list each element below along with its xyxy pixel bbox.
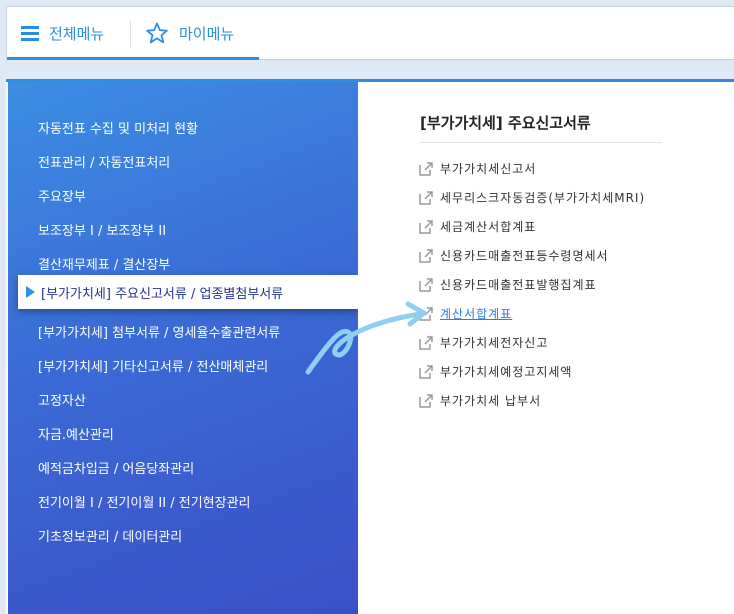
top-menu-bar: 전체메뉴 마이메뉴 xyxy=(6,6,734,60)
sidebar-item-vat-other-filing[interactable]: [부가가치세] 기타신고서류 / 전산매체관리 xyxy=(38,356,268,375)
external-link-icon xyxy=(419,248,433,263)
submenu-item[interactable]: 부가가치세신고서 xyxy=(418,160,536,177)
submenu-item[interactable]: 신용카드매출전표발행집계표 xyxy=(418,276,597,293)
submenu-item-label: 부가가치세예정고지세액 xyxy=(440,365,573,379)
external-link-icon xyxy=(419,393,433,408)
external-link-icon xyxy=(419,306,433,321)
sidebar-item-vat-main-filing[interactable]: [부가가치세] 주요신고서류 / 업종별첨부서류 xyxy=(18,275,358,309)
active-tab-underline xyxy=(7,57,259,60)
sidebar-item-closing-statements[interactable]: 결산재무제표 / 결산장부 xyxy=(38,254,170,273)
external-link-icon xyxy=(419,277,433,292)
sidebar-item-auto-voucher[interactable]: 자동전표 수집 및 미처리 현황 xyxy=(38,118,198,137)
tab-my-menu[interactable]: 마이메뉴 xyxy=(145,7,255,59)
sidebar-item-voucher-management[interactable]: 전표관리 / 자동전표처리 xyxy=(38,152,170,171)
sidebar-item-funds-budget[interactable]: 자금.예산관리 xyxy=(38,424,114,443)
sidebar-item-vat-attachments[interactable]: [부가가치세] 첨부서류 / 영세율수출관련서류 xyxy=(38,322,280,341)
external-link-icon xyxy=(419,219,433,234)
star-icon xyxy=(146,22,168,44)
submenu-item[interactable]: 신용카드매출전표등수령명세서 xyxy=(418,247,609,264)
submenu-panel: [부가가치세] 주요신고서류 부가가치세신고서 세무리스크자동검증(부가가치세M… xyxy=(358,82,734,614)
sidebar: 자동전표 수집 및 미처리 현황 전표관리 / 자동전표처리 주요장부 보조장부… xyxy=(8,82,358,614)
submenu-item-label: 세무리스크자동검증(부가가치세MRI) xyxy=(440,191,646,205)
submenu-item-label: 신용카드매출전표발행집계표 xyxy=(440,278,597,292)
sidebar-item-sub-ledger[interactable]: 보조장부 I / 보조장부 II xyxy=(38,220,166,239)
tab-my-menu-label: 마이메뉴 xyxy=(179,24,235,43)
title-divider xyxy=(420,142,662,143)
submenu-item[interactable]: 세금계산서합계표 xyxy=(418,218,536,235)
submenu-item[interactable]: 부가가치세예정고지세액 xyxy=(418,363,572,380)
external-link-icon xyxy=(419,161,433,176)
submenu-item[interactable]: 부가가치세전자신고 xyxy=(418,334,548,351)
hamburger-icon xyxy=(21,26,39,41)
sidebar-item-main-ledger[interactable]: 주요장부 xyxy=(38,186,86,205)
submenu-item-label: 부가가치세전자신고 xyxy=(440,336,549,350)
external-link-icon xyxy=(419,335,433,350)
submenu-item-label: 부가가치세 납부서 xyxy=(440,394,542,408)
external-link-icon xyxy=(419,364,433,379)
sidebar-item-base-info[interactable]: 기초정보관리 / 데이터관리 xyxy=(38,526,182,545)
sidebar-item-label: [부가가치세] 주요신고서류 / 업종별첨부서류 xyxy=(41,286,284,302)
submenu-item-label: 계산서합계표 xyxy=(440,307,513,321)
tab-separator xyxy=(130,21,131,47)
submenu-item-label: 신용카드매출전표등수령명세서 xyxy=(440,249,609,263)
sidebar-item-fixed-assets[interactable]: 고정자산 xyxy=(38,390,86,409)
submenu-item[interactable]: 세무리스크자동검증(부가가치세MRI) xyxy=(418,189,645,206)
caret-right-icon xyxy=(26,286,35,298)
sidebar-item-deposits-notes[interactable]: 예적금차입금 / 어음당좌관리 xyxy=(38,458,194,477)
sidebar-item-carryover[interactable]: 전기이월 I / 전기이월 II / 전기현장관리 xyxy=(38,492,251,511)
external-link-icon xyxy=(419,190,433,205)
submenu-title: [부가가치세] 주요신고서류 xyxy=(420,114,591,132)
menu-panel: 자동전표 수집 및 미처리 현황 전표관리 / 자동전표처리 주요장부 보조장부… xyxy=(6,79,734,614)
submenu-item-label: 세금계산서합계표 xyxy=(440,220,537,234)
tab-all-menu-label: 전체메뉴 xyxy=(49,24,105,43)
submenu-item-hovered[interactable]: 계산서합계표 xyxy=(418,305,512,322)
submenu-item[interactable]: 부가가치세 납부서 xyxy=(418,392,541,409)
submenu-item-label: 부가가치세신고서 xyxy=(440,162,537,176)
tab-all-menu[interactable]: 전체메뉴 xyxy=(21,7,125,59)
